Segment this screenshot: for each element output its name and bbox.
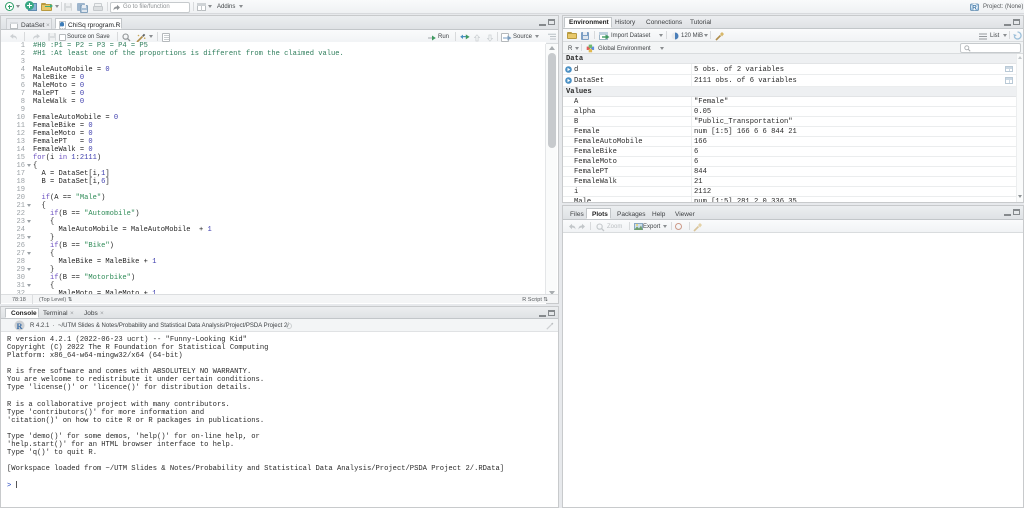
svg-text:R: R [17,322,24,331]
svg-text:R: R [972,4,977,11]
